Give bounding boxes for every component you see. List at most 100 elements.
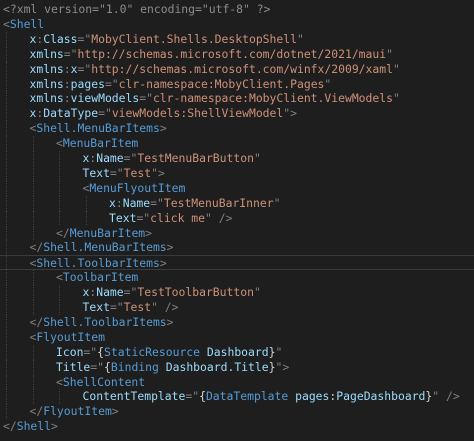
code-token-attr: pages xyxy=(70,76,105,91)
code-text: xmlns:pages="clr-namespace:MobyClient.Pa… xyxy=(30,77,332,92)
code-token-str: click me xyxy=(150,210,206,225)
code-line[interactable]: x:Name="TestMenuBarButton" xyxy=(0,151,474,166)
code-token-punc: "> xyxy=(283,106,297,121)
code-text: <FlyoutItem xyxy=(30,330,105,345)
code-token-attr: Class xyxy=(43,31,78,46)
code-token-punc: " xyxy=(253,151,261,165)
indent-guide xyxy=(6,165,7,181)
code-line[interactable]: Text="Test"> xyxy=(0,165,474,181)
code-token-str: MobyClient.Shells.DesktopShell xyxy=(91,31,297,46)
indent-guide xyxy=(85,195,87,211)
code-line[interactable]: <FlyoutItem xyxy=(0,329,474,345)
code-token-punc: =" xyxy=(98,106,112,121)
code-token-tag: MenuFlyoutItem xyxy=(89,180,186,195)
indent-guide xyxy=(6,285,7,300)
code-line[interactable]: Text="Test" /> xyxy=(0,300,474,315)
code-line[interactable]: x:Name="TestToolbarButton" xyxy=(0,285,474,300)
code-text: x:Name="TestMenuBarInner" xyxy=(109,196,280,211)
code-token-punc: " /> xyxy=(205,210,233,225)
code-token-str: Test xyxy=(123,165,152,180)
code-text: <MenuBarItem xyxy=(56,136,138,151)
code-token-punc: </ xyxy=(29,314,44,329)
code-line[interactable]: <Shell xyxy=(0,17,474,32)
code-token-punc: " xyxy=(386,46,393,61)
indent-guide xyxy=(6,106,7,122)
indent-guide xyxy=(6,404,7,420)
code-line[interactable]: <?xml version="1.0" encoding="utf-8" ?> xyxy=(0,2,474,17)
code-text: </Shell> xyxy=(3,419,58,434)
code-line[interactable]: Title="{Binding Dashboard.Title}"> xyxy=(0,359,474,375)
code-token-str: viewModels:ShellViewModel xyxy=(111,106,284,121)
code-token-punc: < xyxy=(3,16,10,31)
code-token-punc: > xyxy=(159,256,167,271)
code-text: </MenuBarItem> xyxy=(56,226,152,241)
code-token-punc: =" xyxy=(150,195,164,210)
code-line[interactable]: Text="click me" /> xyxy=(0,210,474,226)
code-token-tag: FlyoutItem xyxy=(36,329,105,344)
indent-guide xyxy=(6,195,7,211)
indent-guide xyxy=(32,165,34,181)
code-token-punc: > xyxy=(166,314,174,329)
code-line[interactable]: <MenuBarItem xyxy=(0,136,474,151)
code-editor[interactable]: <?xml version="1.0" encoding="utf-8" ?> <… xyxy=(0,0,474,441)
indent-guide xyxy=(6,121,7,137)
code-line[interactable]: </Shell.MenuBarItems> xyxy=(0,240,474,256)
code-line[interactable]: x:Class="MobyClient.Shells.DesktopShell" xyxy=(0,31,474,47)
code-token-str: TestMenuBarButton xyxy=(137,151,254,165)
code-line[interactable]: <ShellContent xyxy=(0,374,474,390)
indent-guide xyxy=(32,180,34,196)
indent-guide xyxy=(6,61,7,77)
code-text: </Shell.ToolbarItems> xyxy=(30,315,174,330)
code-text: Icon="{StaticResource Dashboard}" xyxy=(56,345,282,360)
code-line[interactable]: <MenuFlyoutItem xyxy=(0,180,474,196)
indent-guide xyxy=(32,136,34,151)
code-token-punc: " xyxy=(392,91,400,106)
code-text: x:Name="TestToolbarButton" xyxy=(83,285,261,300)
code-line[interactable]: Icon="{StaticResource Dashboard}" xyxy=(0,344,474,360)
code-line[interactable]: x:Name="TestMenuBarInner" xyxy=(0,195,474,211)
code-token-tag: Binding xyxy=(110,359,159,374)
code-line[interactable]: <ToolbarItem xyxy=(0,270,474,286)
code-line[interactable]: xmlns:viewModels="clr-namespace:MobyClie… xyxy=(0,91,474,107)
code-line[interactable]: x:DataType="viewModels:ShellViewModel"> xyxy=(0,106,474,122)
code-token-tag: ShellContent xyxy=(62,374,146,389)
code-text: ContentTemplate="{DataTemplate pages:Pag… xyxy=(83,389,460,404)
code-text: <?xml version="1.0" encoding="utf-8" ?> xyxy=(3,2,270,17)
code-text: Title="{Binding Dashboard.Title}"> xyxy=(56,360,289,375)
code-text: xmlns:viewModels="clr-namespace:MobyClie… xyxy=(30,91,400,106)
indent-guide xyxy=(6,225,7,241)
code-token-str: TestToolbarButton xyxy=(137,285,254,300)
code-token-punc: =" xyxy=(139,91,153,106)
code-line[interactable]: </Shell.ToolbarItems> xyxy=(0,314,474,330)
code-token-attr: ContentTemplate xyxy=(82,389,186,404)
code-token-punc: " xyxy=(296,31,304,46)
code-token-tag: MenuBarItem xyxy=(62,136,139,151)
code-token-tag: FlyoutItem xyxy=(43,404,112,419)
code-line-current[interactable]: <Shell.ToolbarItems> xyxy=(0,255,474,272)
code-token-ext: { xyxy=(97,344,105,359)
indent-guide xyxy=(32,225,34,241)
code-line[interactable]: <Shell.MenuBarItems> xyxy=(0,121,474,137)
code-line[interactable]: xmlns:x="http://schemas.microsoft.com/wi… xyxy=(0,61,474,77)
indent-guide xyxy=(32,374,34,390)
indent-guide xyxy=(6,91,7,107)
code-line[interactable]: xmlns:pages="clr-namespace:MobyClient.Pa… xyxy=(0,76,474,92)
code-token-punc: =" xyxy=(90,359,105,374)
code-line[interactable]: ContentTemplate="{DataTemplate pages:Pag… xyxy=(0,389,474,405)
code-token-attr: Dashboard.Title xyxy=(165,359,269,374)
code-token-punc: < xyxy=(56,136,63,151)
code-line[interactable]: </MenuBarItem> xyxy=(0,225,474,241)
indent-guide xyxy=(59,165,60,181)
code-line[interactable]: </FlyoutItem> xyxy=(0,404,474,420)
code-token-punc: < xyxy=(56,270,63,285)
code-text: x:DataType="viewModels:ShellViewModel"> xyxy=(30,106,297,121)
code-token-ext xyxy=(159,360,166,374)
indent-guide xyxy=(6,270,7,286)
indent-guide xyxy=(6,300,7,315)
code-token-tag: DataTemplate xyxy=(205,389,289,404)
code-token-attr: Name xyxy=(96,285,124,300)
indent-guide xyxy=(32,359,34,375)
indent-guide xyxy=(6,180,7,196)
code-line[interactable]: </Shell> xyxy=(0,419,474,434)
code-line[interactable]: xmlns="http://schemas.microsoft.com/dotn… xyxy=(0,46,474,62)
